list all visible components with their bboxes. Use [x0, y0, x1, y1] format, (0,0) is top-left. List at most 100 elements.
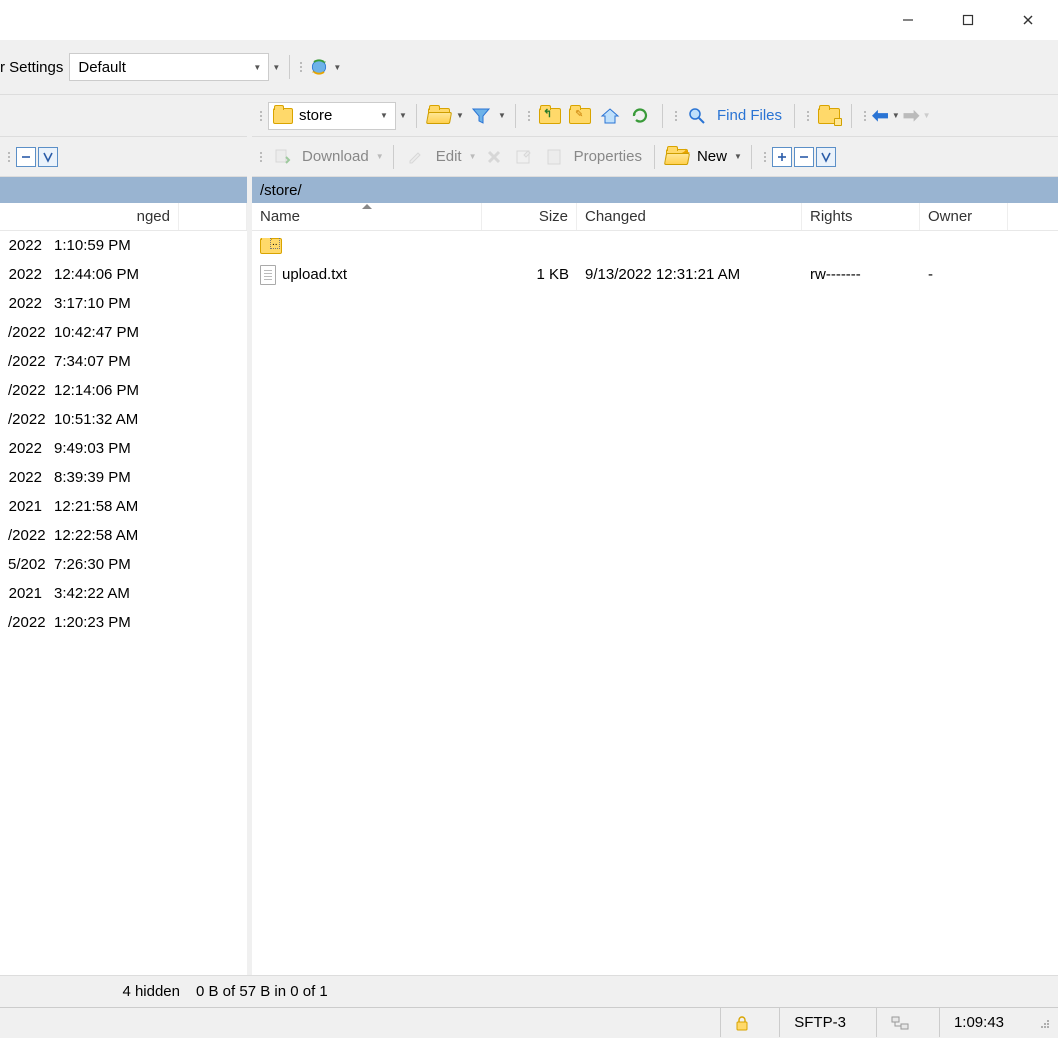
remote-dir-value: store [299, 107, 332, 124]
main-toolbar-area: r Settings Default ▼ ▼ ▼ [0, 40, 1058, 95]
reconnect-button[interactable] [307, 55, 331, 79]
transfer-settings-combo[interactable]: Default ▼ [69, 53, 269, 81]
local-column-extra[interactable] [179, 203, 247, 230]
download-icon-button[interactable] [268, 143, 296, 171]
home-icon [600, 106, 620, 126]
local-list-item[interactable]: /20221:20:23 PM [0, 608, 247, 637]
remote-file-list[interactable]: ..upload.txt1 KB9/13/2022 12:31:21 AMrw-… [252, 231, 1058, 975]
local-list-item[interactable]: 20228:39:39 PM [0, 463, 247, 492]
new-button[interactable]: New [693, 148, 731, 165]
toolbar-separator [662, 104, 663, 128]
edit-button[interactable]: Edit [432, 148, 466, 165]
chevron-down-icon: ▼ [250, 58, 264, 76]
find-files-icon-button[interactable] [683, 102, 711, 130]
maximize-button[interactable] [938, 0, 998, 40]
column-owner[interactable]: Owner [920, 203, 1008, 230]
column-size[interactable]: Size [482, 203, 577, 230]
encryption-indicator[interactable] [720, 1008, 763, 1037]
find-files-button[interactable]: Find Files [713, 107, 786, 124]
folder-up-icon: ↰ [539, 108, 561, 124]
new-dropdown[interactable]: ▼ [733, 152, 743, 161]
protocol-indicator[interactable]: SFTP-3 [779, 1008, 860, 1037]
remote-path-text: /store/ [260, 182, 302, 199]
network-indicator[interactable] [876, 1008, 923, 1037]
column-changed[interactable]: Changed [577, 203, 802, 230]
resize-grip-icon[interactable] [1038, 1017, 1050, 1029]
forward-dropdown[interactable]: ▼ [922, 111, 932, 120]
properties-icon-button[interactable] [540, 143, 568, 171]
local-list-item[interactable]: /202210:51:32 AM [0, 405, 247, 434]
close-button[interactable] [998, 0, 1058, 40]
x-icon [484, 147, 504, 167]
local-list-item[interactable]: 20229:49:03 PM [0, 434, 247, 463]
back-button[interactable]: ⬅ [872, 103, 889, 128]
toolbar-grip [762, 152, 768, 162]
parent-directory-button[interactable]: ↰ [536, 102, 564, 130]
new-icon-button[interactable]: ✦ [663, 143, 691, 171]
local-list-item[interactable]: 20221:10:59 PM [0, 231, 247, 260]
selection-summary-bar: 4 hidden 0 B of 57 B in 0 of 1 [0, 975, 1058, 1007]
lock-icon [735, 1015, 749, 1031]
local-list-item[interactable]: /202212:22:58 AM [0, 521, 247, 550]
local-list-item[interactable]: /20227:34:07 PM [0, 347, 247, 376]
deselect-button[interactable] [794, 147, 814, 167]
local-list-item[interactable]: 5/20217:26:30 PM [0, 550, 247, 579]
local-list-item[interactable]: 202212:44:06 PM [0, 260, 247, 289]
remote-dir-dropdown[interactable]: ▼ [398, 111, 408, 120]
open-directory-button[interactable] [425, 102, 453, 130]
toolbar-grip [805, 111, 811, 121]
local-list-item[interactable]: 202112:21:58 AM [0, 492, 247, 521]
select-all-button[interactable] [816, 147, 836, 167]
file-row[interactable]: upload.txt1 KB9/13/2022 12:31:21 AMrw---… [252, 260, 1058, 289]
local-path-bar [0, 177, 247, 203]
forward-button[interactable]: ➡ [903, 103, 920, 128]
local-list-item[interactable]: 20213:42:22 AM [0, 579, 247, 608]
sync-browse-button[interactable] [815, 102, 843, 130]
edit-icon-button[interactable] [402, 143, 430, 171]
column-name[interactable]: Name [252, 203, 482, 230]
remote-selection-summary: 0 B of 57 B in 0 of 1 [196, 983, 328, 1000]
local-panel: nged 20221:10:59 PM202212:44:06 PM20223:… [0, 95, 252, 975]
refresh-button[interactable] [626, 102, 654, 130]
filter-dropdown[interactable]: ▼ [497, 111, 507, 120]
properties-button[interactable]: Properties [570, 148, 646, 165]
select-button[interactable] [772, 147, 792, 167]
edit-dropdown[interactable]: ▼ [468, 152, 478, 161]
deselect-button[interactable] [16, 147, 36, 167]
back-dropdown[interactable]: ▼ [891, 111, 901, 120]
filter-button[interactable] [467, 102, 495, 130]
reconnect-dropdown[interactable]: ▼ [332, 63, 342, 72]
open-directory-dropdown[interactable]: ▼ [455, 111, 465, 120]
toolbar-separator [794, 104, 795, 128]
toolbar-separator [751, 145, 752, 169]
refresh-icon [630, 106, 650, 126]
remote-path-bar[interactable]: /store/ [252, 177, 1058, 203]
local-selection-summary: 4 hidden [8, 983, 180, 1000]
select-all-button[interactable] [38, 147, 58, 167]
toolbar-grip [673, 111, 679, 121]
local-list-item[interactable]: 20223:17:10 PM [0, 289, 247, 318]
remote-dir-combo[interactable]: store ▼ [268, 102, 396, 130]
column-rights[interactable]: Rights [802, 203, 920, 230]
pencil-icon [406, 147, 426, 167]
download-button[interactable]: Download [298, 148, 373, 165]
parent-dir-row[interactable]: .. [252, 231, 1058, 260]
rename-file-button[interactable] [510, 143, 538, 171]
local-list-item[interactable]: /202212:14:06 PM [0, 376, 247, 405]
home-button[interactable] [596, 102, 624, 130]
folder-open-icon [428, 108, 450, 124]
folder-icon [273, 108, 293, 124]
chevron-down-icon: ▼ [377, 107, 391, 125]
transfer-settings-dropdown[interactable]: ▼ [269, 63, 283, 72]
local-column-changed[interactable]: nged [0, 203, 179, 230]
rename-button[interactable]: ✎ [566, 102, 594, 130]
local-file-list[interactable]: 20221:10:59 PM202212:44:06 PM20223:17:10… [0, 231, 247, 975]
download-dropdown[interactable]: ▼ [375, 152, 385, 161]
column-extra[interactable] [1008, 203, 1058, 230]
folder-new-icon: ✦ [666, 149, 688, 165]
minimize-button[interactable] [878, 0, 938, 40]
local-list-item[interactable]: /202210:42:47 PM [0, 318, 247, 347]
refresh-globe-icon [309, 57, 329, 77]
delete-button[interactable] [480, 143, 508, 171]
toolbar-separator [289, 55, 290, 79]
